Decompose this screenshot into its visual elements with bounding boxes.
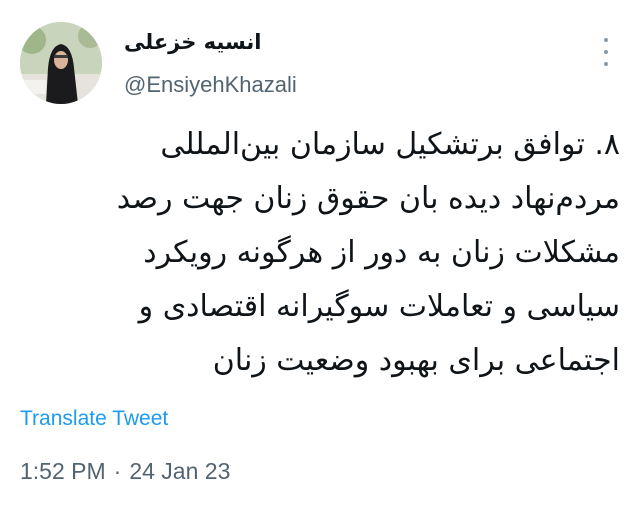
more-dot — [604, 50, 608, 54]
avatar-image — [20, 22, 102, 104]
author-handle[interactable]: @EnsiyehKhazali — [124, 72, 297, 98]
tweet-text-line: اجتماعی برای بهبود وضعیت زنان — [212, 343, 620, 378]
avatar[interactable] — [20, 22, 102, 104]
tweet-time: 1:52 PM — [20, 458, 106, 484]
tweet-text: ۸. توافق برتشکیل سازمان بین‌المللی مردم‌… — [20, 118, 620, 388]
tweet-date: 24 Jan 23 — [129, 458, 231, 484]
tweet-text-line: مردم‌نهاد دیده بان حقوق زنان جهت رصد — [116, 181, 620, 216]
translate-tweet-link[interactable]: Translate Tweet — [20, 407, 168, 431]
meta-separator: · — [113, 458, 122, 484]
tweet-text-line: ۸. توافق برتشکیل سازمان بین‌المللی — [160, 127, 620, 162]
tweet-card: انسیه خزعلی @EnsiyehKhazali ۸. توافق برت… — [0, 0, 640, 507]
tweet-text-line: سیاسی و تعاملات سوگیرانه اقتصادی و — [138, 289, 620, 324]
author-display-name[interactable]: انسیه خزعلی — [124, 30, 261, 54]
tweet-timestamp[interactable]: 1:52 PM · 24 Jan 23 — [20, 458, 230, 485]
tweet-text-line: مشکلات زنان به دور از هرگونه رویکرد — [143, 235, 620, 270]
more-dot — [604, 62, 608, 66]
more-dot — [604, 38, 608, 42]
more-options-icon[interactable] — [596, 38, 616, 66]
